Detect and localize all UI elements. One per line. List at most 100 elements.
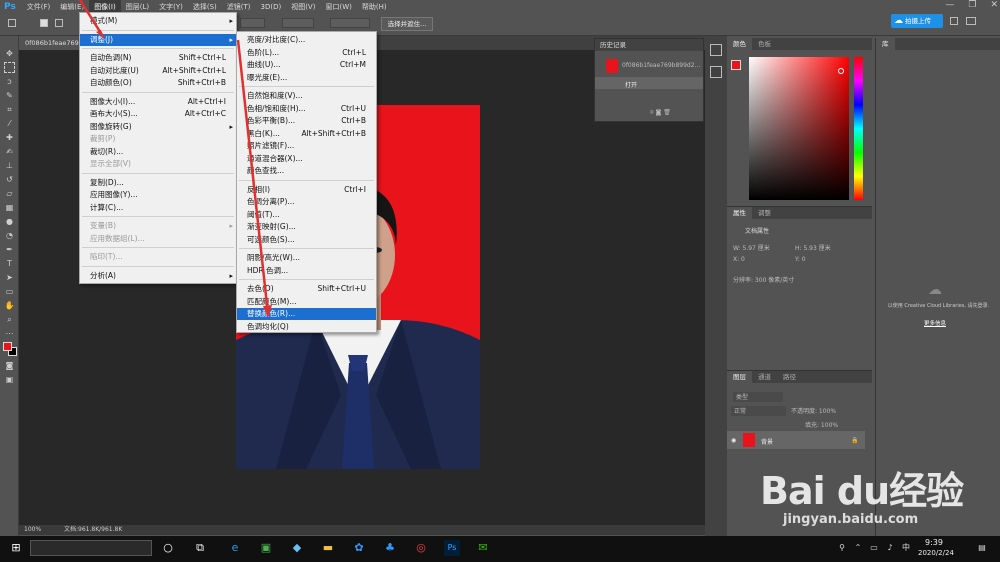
- restore-button[interactable]: ❐: [968, 0, 976, 10]
- adjust-menu-item[interactable]: 匹配颜色(M)...: [237, 296, 376, 308]
- image-menu-item[interactable]: 画布大小(S)... Alt+Ctrl+C: [80, 108, 236, 120]
- new-selection-icon[interactable]: [40, 19, 48, 27]
- clock-time[interactable]: 9:39: [925, 538, 943, 547]
- adjust-menu-item[interactable]: 替换颜色(R)...: [237, 308, 376, 320]
- tab-properties[interactable]: 属性: [727, 207, 752, 219]
- clock-date[interactable]: 2020/2/24: [918, 549, 954, 557]
- adjust-menu-item[interactable]: 亮度/对比度(C)...: [237, 34, 376, 46]
- history-state-row[interactable]: [595, 77, 703, 89]
- tab-layers[interactable]: 图层: [727, 371, 752, 383]
- properties-icon[interactable]: [710, 66, 722, 78]
- adjust-menu-item[interactable]: HDR 色调...: [237, 265, 376, 277]
- tab-paths[interactable]: 路径: [777, 371, 802, 383]
- menu-9[interactable]: 窗口(W): [320, 0, 356, 14]
- image-menu-item[interactable]: 计算(C)...: [80, 202, 236, 214]
- history-icon[interactable]: [710, 44, 722, 56]
- adjust-menu-item[interactable]: 通道混合器(X)...: [237, 153, 376, 165]
- quick-select-icon[interactable]: ✎: [4, 90, 15, 101]
- style-field[interactable]: [240, 18, 265, 28]
- minimize-button[interactable]: —: [945, 0, 954, 10]
- gradient-tool-icon[interactable]: ▦: [4, 202, 15, 213]
- photoshop-taskbar-icon[interactable]: Ps: [444, 540, 460, 556]
- adjust-menu-item[interactable]: 可选颜色(S)...: [237, 234, 376, 246]
- taskbar-search-box[interactable]: [30, 540, 152, 556]
- notification-icon[interactable]: ▤: [974, 540, 990, 556]
- image-menu-item[interactable]: 应用图像(Y)...: [80, 189, 236, 201]
- menu-8[interactable]: 视图(V): [286, 0, 320, 14]
- menu-10[interactable]: 帮助(H): [357, 0, 392, 14]
- eraser-icon[interactable]: ▱: [4, 188, 15, 199]
- marquee-tool-icon[interactable]: [4, 62, 15, 73]
- adjust-menu-item[interactable]: 黑白(K)... Alt+Shift+Ctrl+B: [237, 128, 376, 140]
- image-menu-item[interactable]: 裁切(R)...: [80, 146, 236, 158]
- image-menu-item[interactable]: 自动色调(N) Shift+Ctrl+L: [80, 52, 236, 64]
- network-icon[interactable]: ▭: [866, 540, 882, 556]
- zoom-level[interactable]: 100%: [24, 525, 41, 535]
- snapshot-name[interactable]: 0f086b1feae769b899d2...: [622, 62, 700, 69]
- select-and-mask-button[interactable]: 选择并遮住...: [381, 17, 433, 31]
- tray-up-icon[interactable]: ⌃: [850, 540, 866, 556]
- screen-mode-icon[interactable]: ▣: [4, 374, 15, 385]
- volume-icon[interactable]: ♪: [882, 540, 898, 556]
- tab-adjustments[interactable]: 调整: [752, 207, 777, 219]
- edge-icon[interactable]: e: [227, 540, 243, 556]
- doc-height[interactable]: H: 5.93 厘米: [795, 243, 831, 252]
- app-icon-cloud[interactable]: ✿: [351, 540, 367, 556]
- adjust-menu-item[interactable]: 色彩平衡(B)... Ctrl+B: [237, 115, 376, 127]
- brush-tool-icon[interactable]: ✍: [4, 146, 15, 157]
- foreground-color-swatch[interactable]: [3, 342, 12, 351]
- tool-preset-icon[interactable]: [8, 19, 16, 27]
- adjust-menu-item[interactable]: 反相(I) Ctrl+I: [237, 184, 376, 196]
- task-view-icon[interactable]: ⧉: [192, 540, 208, 556]
- image-menu-item[interactable]: 调整(J): [80, 33, 236, 46]
- cortana-icon[interactable]: ○: [160, 540, 176, 556]
- stamp-tool-icon[interactable]: ⊥: [4, 160, 15, 171]
- type-tool-icon[interactable]: T: [4, 258, 15, 269]
- shape-tool-icon[interactable]: ▭: [4, 286, 15, 297]
- image-menu-item[interactable]: 分析(A): [80, 270, 236, 282]
- tab-libraries[interactable]: 库: [876, 38, 895, 50]
- add-selection-icon[interactable]: [55, 19, 63, 27]
- adjust-menu-item[interactable]: 色调分离(P)...: [237, 196, 376, 208]
- color-picker-cursor[interactable]: [838, 68, 844, 74]
- more-info-link[interactable]: 更多信息: [924, 319, 946, 327]
- adjust-menu-item[interactable]: 曝光度(E)...: [237, 72, 376, 84]
- color-field[interactable]: [749, 57, 849, 200]
- history-brush-icon[interactable]: ↺: [4, 174, 15, 185]
- move-tool-icon[interactable]: ✥: [4, 48, 15, 59]
- hue-slider[interactable]: [854, 57, 863, 200]
- image-menu-item[interactable]: 图像旋转(G): [80, 121, 236, 133]
- image-menu-item[interactable]: 图像大小(I)... Alt+Ctrl+I: [80, 96, 236, 108]
- hand-tool-icon[interactable]: ✋: [4, 300, 15, 311]
- color-foreground-swatch[interactable]: [731, 60, 741, 70]
- fill-field[interactable]: 填充: 100%: [805, 420, 838, 429]
- baidu-icon[interactable]: ♣: [382, 540, 398, 556]
- doc-x[interactable]: X: 0: [733, 256, 745, 263]
- width-field[interactable]: [282, 18, 314, 28]
- adjust-menu-item[interactable]: 去色(D) Shift+Ctrl+U: [237, 283, 376, 295]
- image-menu-item[interactable]: 模式(M): [80, 15, 236, 27]
- blend-mode-select[interactable]: 正常: [731, 406, 786, 416]
- more-tools-icon[interactable]: ⋯: [4, 328, 15, 339]
- adjust-menu-item[interactable]: 颜色查找...: [237, 165, 376, 177]
- image-menu-item[interactable]: 自动对比度(U) Alt+Shift+Ctrl+L: [80, 65, 236, 77]
- adjust-menu-item[interactable]: 曲线(U)... Ctrl+M: [237, 59, 376, 71]
- app-icon-blue[interactable]: ◆: [289, 540, 305, 556]
- adjust-menu-item[interactable]: 照片滤镜(F)...: [237, 140, 376, 152]
- doc-width[interactable]: W: 5.97 厘米: [733, 243, 770, 252]
- ime-indicator[interactable]: 中: [898, 540, 914, 556]
- layer-name[interactable]: 背景: [761, 437, 773, 446]
- quick-mask-icon[interactable]: ◙: [4, 360, 15, 371]
- menu-7[interactable]: 3D(D): [256, 0, 287, 14]
- adjust-menu-item[interactable]: 阴影/高光(W)...: [237, 252, 376, 264]
- history-tab[interactable]: 历史记录: [595, 39, 703, 51]
- close-button[interactable]: ✕: [990, 0, 998, 10]
- tab-channels[interactable]: 通道: [752, 371, 777, 383]
- healing-brush-icon[interactable]: ✚: [4, 132, 15, 143]
- blur-tool-icon[interactable]: ●: [4, 216, 15, 227]
- workspace-icon[interactable]: [966, 17, 976, 25]
- windows-start-icon[interactable]: ⊞: [8, 540, 24, 556]
- adjust-menu-item[interactable]: 色调均化(Q): [237, 321, 376, 333]
- pen-tool-icon[interactable]: ✒: [4, 244, 15, 255]
- adjust-menu-item[interactable]: 渐变映射(G)...: [237, 221, 376, 233]
